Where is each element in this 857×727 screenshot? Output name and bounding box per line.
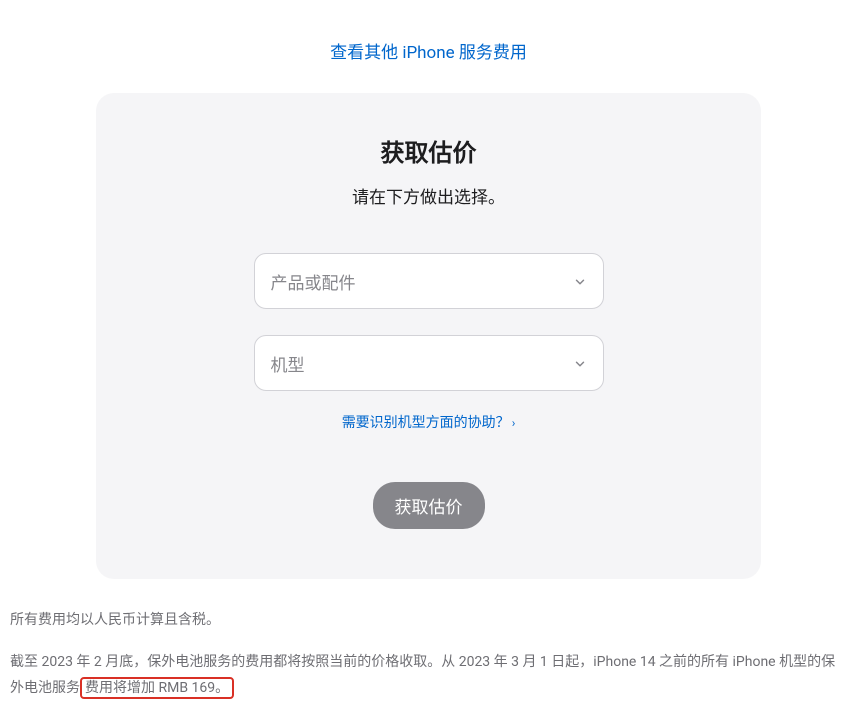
- help-link-container: 需要识别机型方面的协助？›: [146, 412, 711, 432]
- get-estimate-button[interactable]: 获取估价: [373, 482, 485, 529]
- card-title: 获取估价: [146, 133, 711, 168]
- other-fees-link[interactable]: 查看其他 iPhone 服务费用: [330, 43, 527, 63]
- product-select-wrapper: 产品或配件: [254, 253, 604, 309]
- product-select[interactable]: 产品或配件: [254, 253, 604, 309]
- help-identify-link[interactable]: 需要识别机型方面的协助？›: [342, 415, 516, 431]
- model-select-wrapper: 机型: [254, 335, 604, 391]
- footer-text-2: 截至 2023 年 2 月底，保外电池服务的费用都将按照当前的价格收取。从 20…: [10, 649, 847, 702]
- chevron-down-icon: [573, 274, 587, 288]
- highlighted-text: 费用将增加 RMB 169。: [80, 677, 234, 699]
- model-select-placeholder: 机型: [271, 351, 305, 376]
- footer-text-1: 所有费用均以人民币计算且含税。: [10, 607, 847, 634]
- estimate-card: 获取估价 请在下方做出选择。 产品或配件 机型 需要识别机型方面的协助？› 获取…: [96, 93, 761, 579]
- top-link-container: 查看其他 iPhone 服务费用: [0, 0, 857, 93]
- card-subtitle: 请在下方做出选择。: [146, 183, 711, 208]
- chevron-right-icon: ›: [512, 416, 516, 430]
- footer: 所有费用均以人民币计算且含税。 截至 2023 年 2 月底，保外电池服务的费用…: [0, 579, 857, 727]
- model-select[interactable]: 机型: [254, 335, 604, 391]
- product-select-placeholder: 产品或配件: [271, 269, 356, 294]
- chevron-down-icon: [573, 356, 587, 370]
- help-link-label: 需要识别机型方面的协助？: [342, 415, 510, 431]
